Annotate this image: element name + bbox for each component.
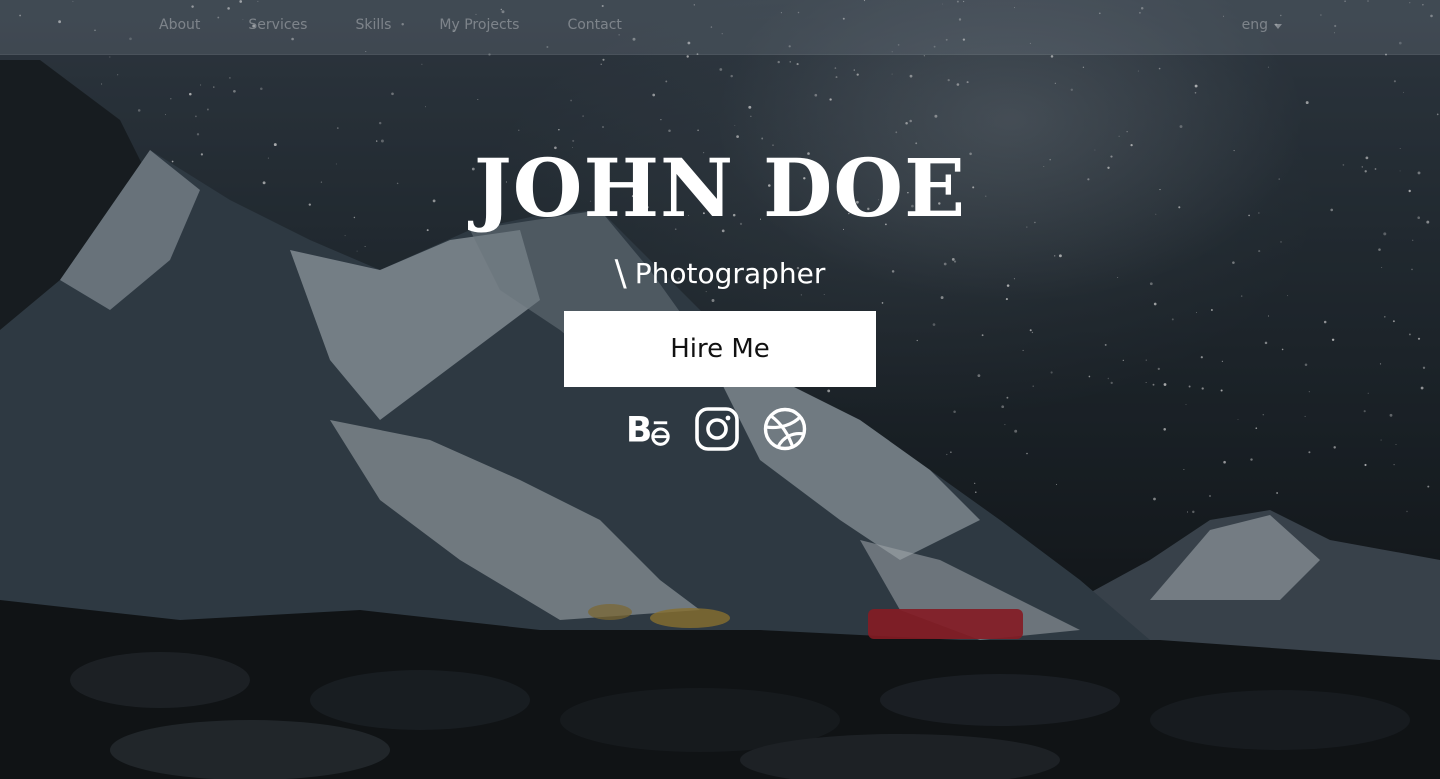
nav-link-about[interactable]: About [159,17,200,33]
hero-role: Photographer [634,257,826,290]
nav-link-skills[interactable]: Skills [355,17,391,33]
language-dropdown-value: eng [1241,17,1268,33]
top-navigation-bar: About Services Skills My Projects Contac… [0,0,1440,55]
instagram-icon[interactable] [694,406,740,452]
nav-links: About Services Skills My Projects Contac… [159,17,670,33]
behance-icon[interactable]: B [626,406,672,452]
hero-section: About Services Skills My Projects Contac… [0,0,1440,779]
language-dropdown[interactable]: eng [1242,17,1282,33]
nav-link-services[interactable]: Services [248,17,307,33]
tagline-slash: \ [614,253,627,294]
dribbble-icon[interactable] [762,406,808,452]
nav-link-my-projects[interactable]: My Projects [439,17,519,33]
hero-tagline: \ Photographer [0,252,1440,294]
hero-content: JOHN DOE \ Photographer Hire Me B [0,0,1440,779]
nav-link-contact[interactable]: Contact [567,17,621,33]
hero-name-title: JOHN DOE [473,141,967,235]
chevron-down-icon [1274,23,1282,29]
social-links: B [626,406,808,452]
hire-me-button[interactable]: Hire Me [564,311,876,387]
svg-text:B: B [626,410,652,449]
